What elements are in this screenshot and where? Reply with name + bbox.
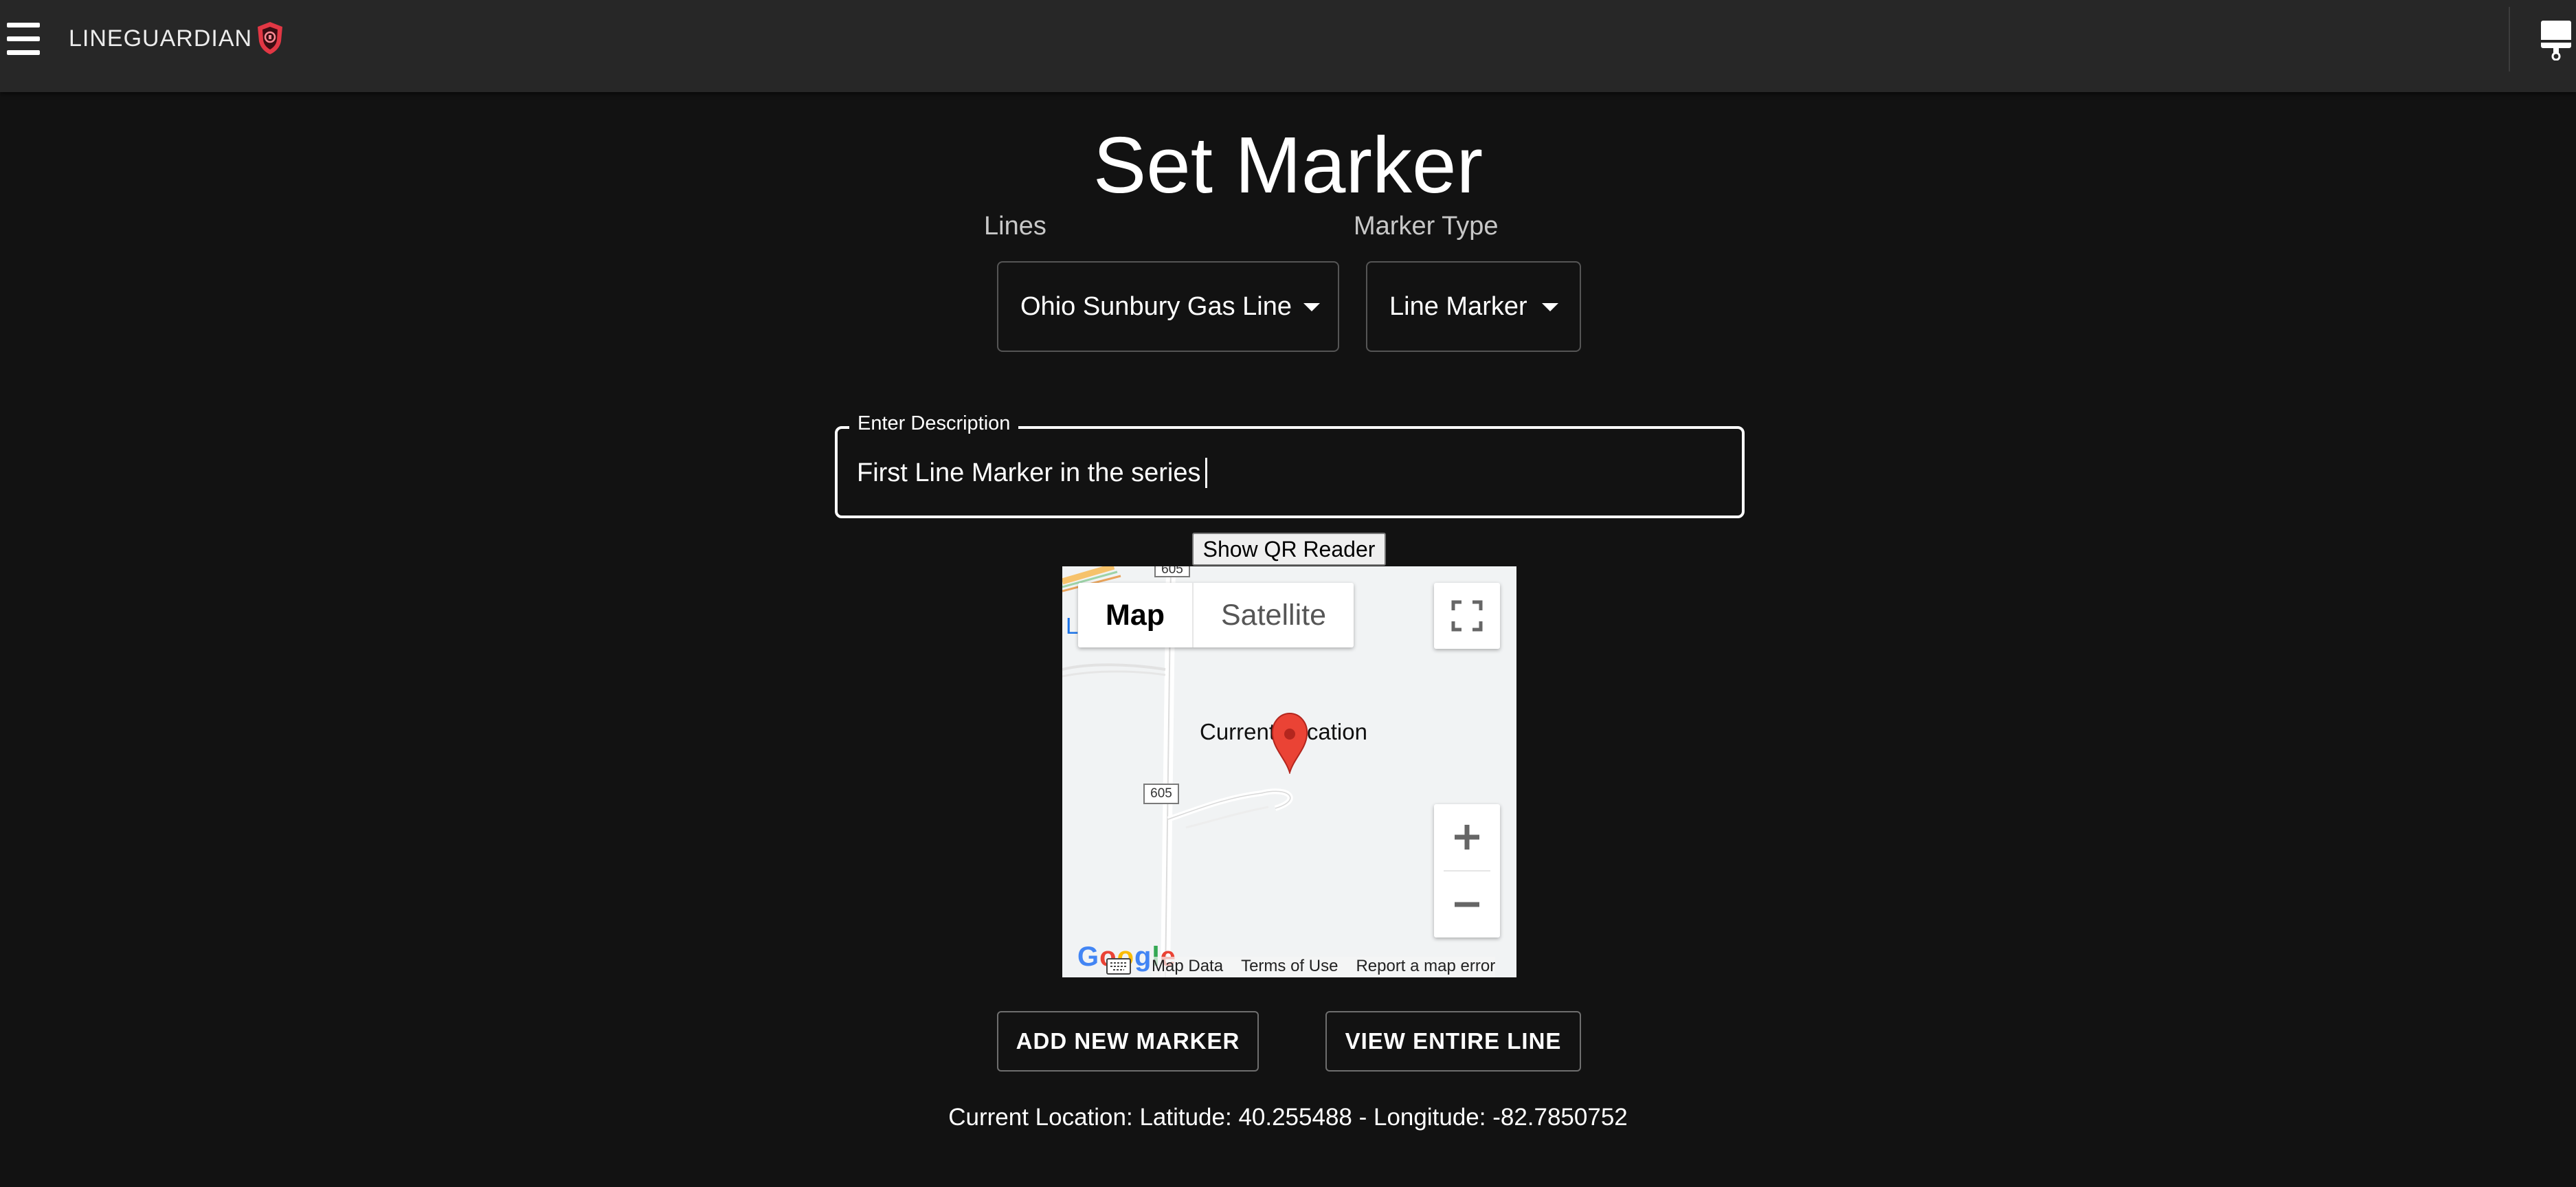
fullscreen-button[interactable] <box>1434 583 1500 649</box>
marker-type-select[interactable]: Line Marker <box>1366 261 1581 352</box>
zoom-in-button[interactable] <box>1434 804 1500 870</box>
lines-select-label: Lines <box>984 212 1046 241</box>
map-type-satellite-button[interactable]: Satellite <box>1194 583 1354 647</box>
add-new-marker-button[interactable]: ADD NEW MARKER <box>997 1011 1259 1072</box>
shield-logo-icon <box>258 22 282 54</box>
marker-type-select-value: Line Marker <box>1389 292 1527 321</box>
map-place-label: L <box>1066 613 1079 639</box>
lines-select[interactable]: Ohio Sunbury Gas Line <box>997 261 1339 352</box>
route-shield: 605 <box>1143 784 1179 804</box>
map-type-control: Map Satellite <box>1078 583 1354 647</box>
chevron-down-icon <box>1303 303 1320 311</box>
terms-of-use-link[interactable]: Terms of Use <box>1241 957 1338 977</box>
map-data-link[interactable]: Map Data <box>1152 957 1223 977</box>
brand-name: LINEGUARDIAN <box>69 25 253 52</box>
hamburger-menu-icon[interactable] <box>7 23 40 56</box>
current-location-readout: Current Location: Latitude: 40.255488 - … <box>948 1104 1628 1131</box>
map-view[interactable]: 605 L Map Satellite Current Location 605… <box>1062 566 1516 977</box>
map-pin-icon[interactable] <box>1267 711 1312 774</box>
route-shield: 605 <box>1154 566 1190 577</box>
map-type-map-button[interactable]: Map <box>1078 583 1192 647</box>
app-bar: LINEGUARDIAN <box>0 0 2576 92</box>
show-qr-reader-button[interactable]: Show QR Reader <box>1192 533 1386 566</box>
fullscreen-icon <box>1451 600 1483 632</box>
zoom-out-button[interactable] <box>1434 872 1500 938</box>
zoom-out-icon <box>1455 902 1479 907</box>
kiosk-icon[interactable] <box>2540 19 2573 60</box>
page-title: Set Marker <box>1093 120 1483 210</box>
lines-select-value: Ohio Sunbury Gas Line <box>1020 292 1292 321</box>
view-entire-line-button[interactable]: VIEW ENTIRE LINE <box>1325 1011 1581 1072</box>
description-field-label: Enter Description <box>849 412 1019 435</box>
description-input[interactable] <box>857 456 1723 489</box>
zoom-in-icon <box>1455 825 1479 850</box>
appbar-divider <box>2509 7 2510 71</box>
report-map-error-link[interactable]: Report a map error <box>1356 957 1495 977</box>
text-cursor <box>1205 458 1207 488</box>
zoom-control <box>1434 804 1500 938</box>
marker-type-select-label: Marker Type <box>1354 212 1499 241</box>
keyboard-icon[interactable] <box>1106 958 1131 975</box>
map-attribution-bar: Map Data Terms of Use Report a map error <box>1152 957 1496 977</box>
chevron-down-icon <box>1542 303 1558 311</box>
